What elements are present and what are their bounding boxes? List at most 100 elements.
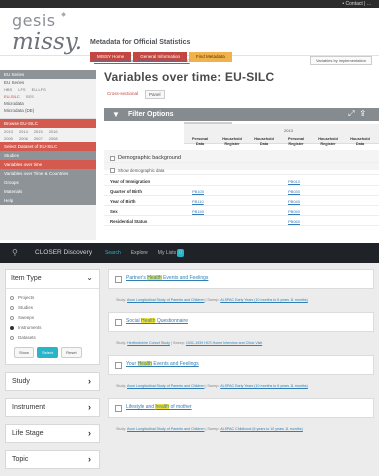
result-checkbox[interactable] xyxy=(115,319,122,326)
year-link[interactable]: 2006 xyxy=(19,135,28,142)
result-sweep-link[interactable]: ALSPAC Childhood (6 years to 10 years 11… xyxy=(220,427,303,431)
result-study-link[interactable]: Avon Longitudinal Study of Parents and C… xyxy=(127,427,204,431)
facet-label: Instrument xyxy=(12,404,46,411)
series-eu-silc[interactable]: EU-SILC xyxy=(4,93,20,100)
variable-code-link[interactable]: PB050 xyxy=(288,207,300,216)
result-sweep-link[interactable]: ALSPAC Early Years (10 months to 6 years… xyxy=(220,298,308,302)
top-user-links[interactable]: • Contact | ... xyxy=(342,1,371,7)
variable-code-link[interactable]: PB100 xyxy=(192,187,204,196)
series-hbs[interactable]: HBS xyxy=(4,86,12,93)
sidebar-header-series: EU Series xyxy=(0,70,96,79)
result-sweep-link[interactable]: ALSPAC Early Years (10 months to 6 years… xyxy=(220,384,308,388)
series-lfs[interactable]: LFS xyxy=(18,86,25,93)
tab-panel[interactable]: Panel xyxy=(145,90,165,99)
show-all-row[interactable]: Show demographic data xyxy=(104,166,379,175)
facet-topic[interactable]: Topic › xyxy=(5,450,100,469)
group-row-label: Demographic background xyxy=(118,155,181,161)
result-checkbox[interactable] xyxy=(115,405,122,412)
year-link[interactable]: 2014 xyxy=(19,128,28,135)
sidebar-menu-studies[interactable]: Studies xyxy=(0,151,96,160)
missy-header: gesis ◆ missy. Metadata for Official Sta… xyxy=(0,8,379,62)
closer-window: ⚲ CLOSER Discovery Search Explore My Lis… xyxy=(0,243,379,476)
nav-find-metadata[interactable]: Find Metadata xyxy=(188,52,232,62)
year-link[interactable]: 2008 xyxy=(49,135,58,142)
filter-options-bar[interactable]: ▼ Filter Options ⤢⇪ xyxy=(104,108,379,121)
facet-study[interactable]: Study › xyxy=(5,372,100,391)
sidebar-menu-help[interactable]: Help xyxy=(0,196,96,205)
menu-icon[interactable]: ⚲ xyxy=(12,249,18,257)
export-icon[interactable]: ⇪ xyxy=(360,109,371,118)
variable-code-link[interactable]: PB010 xyxy=(288,177,300,186)
sidebar-header-dataset: Select Dataset of EU-SILC xyxy=(0,142,96,151)
table-group-row[interactable]: Demographic background xyxy=(104,154,379,163)
result-study-link[interactable]: Avon Longitudinal Study of Parents and C… xyxy=(127,298,204,302)
sidebar-section-microdata[interactable]: Microdata xyxy=(0,100,96,107)
result-title-link[interactable]: Lifestyle and health of mother xyxy=(126,404,192,410)
variables-table: 2013 Personal Data Household Register Ho… xyxy=(104,122,379,240)
facet-life-stage[interactable]: Life Stage › xyxy=(5,424,100,443)
show-all-checkbox[interactable] xyxy=(110,168,115,173)
year-link[interactable]: 2007 xyxy=(34,135,43,142)
result-study-link[interactable]: Avon Longitudinal Study of Parents and C… xyxy=(127,384,204,388)
table-row: Quarter of Birth PB100 PB030 xyxy=(104,187,379,196)
radio-icon xyxy=(10,326,14,330)
nav-explore[interactable]: Explore xyxy=(131,249,148,257)
filter-funnel-icon: ▼ xyxy=(112,110,120,119)
closer-brand[interactable]: CLOSER Discovery xyxy=(35,249,92,257)
result-checkbox[interactable] xyxy=(115,276,122,283)
radio-instruments[interactable]: Instruments xyxy=(6,323,99,333)
gesis-logo[interactable]: gesis ◆ xyxy=(12,11,66,30)
result-checkbox[interactable] xyxy=(115,362,122,369)
item-type-panel: Item Type ⌄ Projects Studies Sweeps Inst… xyxy=(5,269,100,365)
breadcrumb[interactable]: Home / Find Metadata / Variables Over Ti… xyxy=(94,58,190,63)
radio-projects[interactable]: Projects xyxy=(6,293,99,303)
group-checkbox[interactable] xyxy=(110,156,115,161)
radio-datasets[interactable]: Datasets xyxy=(6,333,99,343)
select-button[interactable]: Select xyxy=(37,347,59,358)
table-row: Residential Status PB060 xyxy=(104,217,379,226)
variable-code-link[interactable]: PB150 xyxy=(192,207,204,216)
sidebar-section-microdata-de[interactable]: Microdata (DE) xyxy=(0,107,96,114)
sidebar-menu-variables-over-time[interactable]: Variables over time xyxy=(0,160,96,169)
column-header: Household Data xyxy=(254,137,274,146)
tab-cross-sectional[interactable]: Cross-sectional xyxy=(104,90,141,99)
year-link[interactable]: 2005 xyxy=(4,135,13,142)
sidebar-menu-groups[interactable]: Groups xyxy=(0,178,96,187)
result-title-link[interactable]: Your Health Events and Feelings xyxy=(126,361,199,367)
sidebar-menu-variables-time-countries[interactable]: Variables over Time & Countries xyxy=(0,169,96,178)
item-type-dropdown[interactable]: Item Type ⌄ xyxy=(6,270,99,289)
years-row-2: 2005 2006 2007 2008 xyxy=(0,135,96,142)
facet-label: Topic xyxy=(12,456,29,463)
nav-search[interactable]: Search xyxy=(105,249,121,257)
series-eu-lfs[interactable]: EU-LFS xyxy=(32,86,46,93)
result-item: Partner's Health Events and Feelings xyxy=(108,269,374,289)
radio-studies[interactable]: Studies xyxy=(6,303,99,313)
variable-code-link[interactable]: PB110 xyxy=(192,197,204,206)
result-meta: Study: Avon Longitudinal Study of Parent… xyxy=(116,384,308,388)
facet-instrument[interactable]: Instrument › xyxy=(5,398,100,417)
reset-button[interactable]: Reset xyxy=(61,347,82,358)
variable-code-link[interactable]: PB060 xyxy=(288,217,300,226)
series-ses[interactable]: SES xyxy=(26,93,34,100)
year-link[interactable]: 2015 xyxy=(34,128,43,135)
variable-code-link[interactable]: PB040 xyxy=(288,197,300,206)
sidebar-menu-materials[interactable]: Materials xyxy=(0,187,96,196)
year-link[interactable]: 2013 xyxy=(4,128,13,135)
radio-icon xyxy=(10,296,14,300)
result-sweep-link[interactable]: 1931-1939 HCS Home Interview and Clinic … xyxy=(186,341,262,345)
nav-my-lists[interactable]: My Lists 0 xyxy=(158,249,184,257)
filter-tools: ⤢⇪ xyxy=(348,109,371,119)
filter-button-group: Show Select Reset xyxy=(6,343,99,364)
radio-sweeps[interactable]: Sweeps xyxy=(6,313,99,323)
variables-by-implementation-button[interactable]: Variables by implementation xyxy=(310,56,372,65)
sidebar-header-browse: Browse EU-SILC xyxy=(0,119,96,128)
missy-logo[interactable]: missy. xyxy=(12,29,82,55)
result-study-link[interactable]: Hertfordshire Cohort Study xyxy=(127,341,170,345)
chevron-right-icon: › xyxy=(88,428,91,438)
result-title-link[interactable]: Social Health Questionnaire xyxy=(126,318,188,324)
result-title-link[interactable]: Partner's Health Events and Feelings xyxy=(126,275,208,281)
show-button[interactable]: Show xyxy=(14,347,35,358)
year-link[interactable]: 2016 xyxy=(49,128,58,135)
expand-icon[interactable]: ⤢ xyxy=(348,109,360,118)
variable-code-link[interactable]: PB030 xyxy=(288,187,300,196)
